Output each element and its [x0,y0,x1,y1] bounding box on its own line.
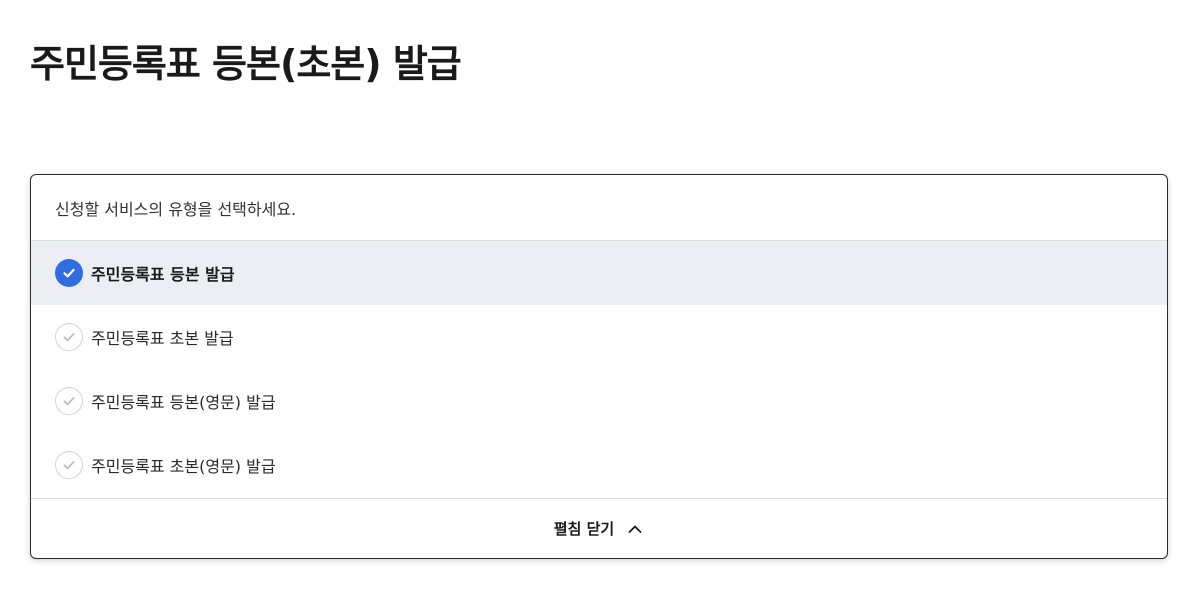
panel-prompt: 신청할 서비스의 유형을 선택하세요. [31,175,1167,241]
chevron-up-icon [626,520,644,538]
service-type-panel: 신청할 서비스의 유형을 선택하세요. 주민등록표 등본 발급 주민등록표 초본… [30,174,1168,559]
check-circle-icon [55,387,83,415]
service-option-resident-abstract-english[interactable]: 주민등록표 초본(영문) 발급 [31,433,1167,497]
collapse-label: 펼침 닫기 [553,520,615,538]
page-title: 주민등록표 등본(초본) 발급 [30,42,462,86]
service-option-list: 주민등록표 등본 발급 주민등록표 초본 발급 주민등록표 등본(영문) 발급 [31,241,1167,497]
check-circle-icon [55,259,83,287]
check-circle-icon [55,451,83,479]
service-option-label: 주민등록표 초본 발급 [91,329,234,348]
service-option-resident-copy-english[interactable]: 주민등록표 등본(영문) 발급 [31,369,1167,433]
collapse-button[interactable]: 펼침 닫기 [31,498,1167,558]
check-circle-icon [55,323,83,351]
service-option-label: 주민등록표 등본(영문) 발급 [91,393,276,412]
service-option-resident-abstract[interactable]: 주민등록표 초본 발급 [31,305,1167,369]
service-option-label: 주민등록표 등본 발급 [91,265,235,284]
service-option-label: 주민등록표 초본(영문) 발급 [91,457,276,476]
service-option-resident-copy[interactable]: 주민등록표 등본 발급 [31,241,1167,305]
